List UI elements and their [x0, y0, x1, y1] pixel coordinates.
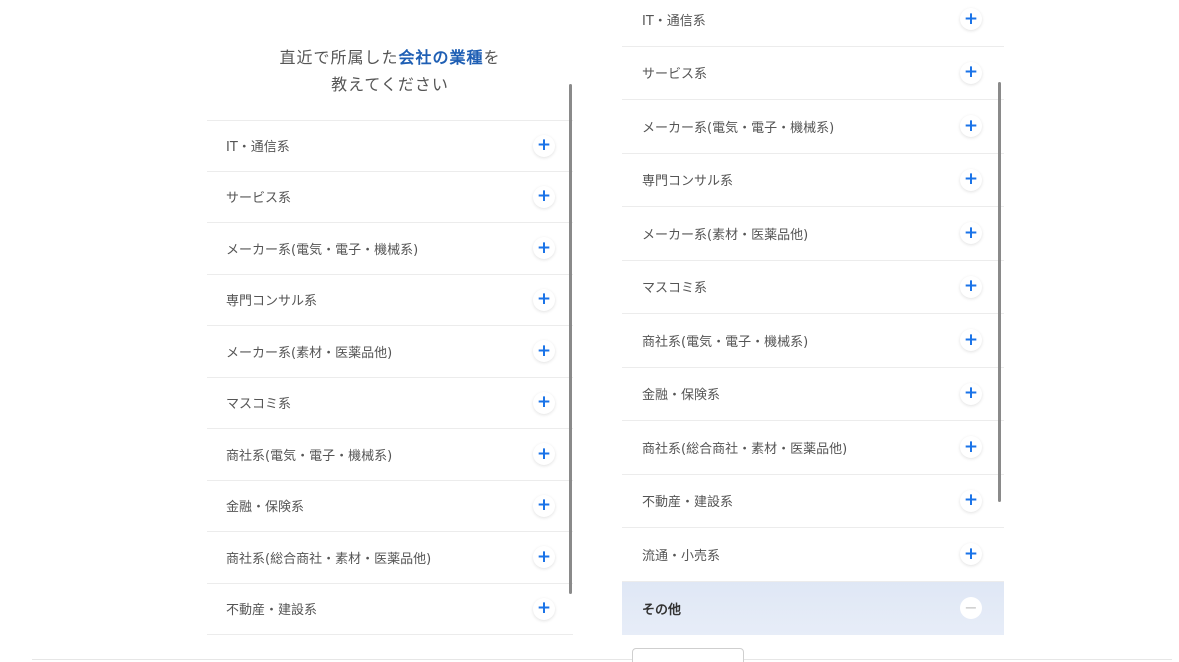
option-label: サービス系: [226, 191, 292, 207]
option-label: 商社系(電気・電子・機械系): [226, 448, 393, 464]
plus-icon[interactable]: +: [533, 340, 555, 363]
plus-icon[interactable]: +: [960, 275, 982, 298]
plus-icon[interactable]: +: [960, 61, 982, 84]
left-option-maker-material[interactable]: メーカー系(素材・医薬品他) +: [207, 326, 573, 378]
plus-icon[interactable]: +: [960, 489, 982, 512]
right-option-trading-general[interactable]: 商社系(総合商社・素材・医薬品他) +: [622, 421, 1004, 475]
right-option-service[interactable]: サービス系 +: [622, 47, 1004, 100]
option-label: その他: [642, 602, 682, 618]
left-option-it[interactable]: IT・通信系 +: [207, 120, 573, 172]
option-label: 商社系(総合商社・素材・医薬品他): [226, 551, 432, 567]
question-highlight: 会社の業種: [398, 48, 484, 67]
right-industry-list: IT・通信系 + サービス系 + メーカー系(電気・電子・機械系) + 専門コン…: [622, 0, 1004, 635]
question-title: 直近で所属した会社の業種を 教えてください: [207, 44, 573, 98]
left-option-maker-electric[interactable]: メーカー系(電気・電子・機械系) +: [207, 223, 573, 275]
option-label: IT・通信系: [642, 13, 706, 29]
right-option-trading-electric[interactable]: 商社系(電気・電子・機械系) +: [622, 314, 1004, 368]
option-label: 流通・小売系: [642, 548, 721, 564]
option-label: 専門コンサル系: [642, 174, 734, 190]
option-label: 商社系(電気・電子・機械系): [642, 334, 809, 350]
right-list-panel: IT・通信系 + サービス系 + メーカー系(電気・電子・機械系) + 専門コン…: [622, 0, 1004, 635]
option-label: メーカー系(素材・医薬品他): [226, 345, 393, 361]
option-label: マスコミ系: [642, 281, 708, 297]
option-label: メーカー系(電気・電子・機械系): [642, 120, 835, 136]
right-option-maker-material[interactable]: メーカー系(素材・医薬品他) +: [622, 207, 1004, 261]
right-option-other-selected[interactable]: その他 −: [622, 581, 1004, 635]
option-label: メーカー系(電気・電子・機械系): [226, 242, 419, 258]
plus-icon[interactable]: +: [960, 115, 982, 138]
plus-icon[interactable]: +: [533, 237, 555, 260]
plus-icon[interactable]: +: [533, 134, 555, 157]
question-prefix: 直近で所属した: [279, 48, 399, 67]
right-scrollbar[interactable]: [998, 82, 1001, 502]
right-option-it[interactable]: IT・通信系 +: [622, 0, 1004, 47]
option-label: 不動産・建設系: [226, 603, 318, 619]
plus-icon[interactable]: +: [533, 597, 555, 620]
right-option-media[interactable]: マスコミ系 +: [622, 261, 1004, 314]
plus-icon[interactable]: +: [960, 329, 982, 352]
question-line-2: 教えてください: [331, 75, 449, 94]
left-question-panel: 直近で所属した会社の業種を 教えてください IT・通信系 + サービス系 + メ…: [207, 0, 573, 662]
plus-icon[interactable]: +: [533, 288, 555, 311]
left-option-trading-general[interactable]: 商社系(総合商社・素材・医薬品他) +: [207, 532, 573, 584]
option-label: メーカー系(素材・医薬品他): [642, 227, 809, 243]
right-option-consulting[interactable]: 専門コンサル系 +: [622, 154, 1004, 207]
option-label: 専門コンサル系: [226, 294, 318, 310]
option-label: 金融・保険系: [642, 388, 721, 404]
left-option-real-estate[interactable]: 不動産・建設系 +: [207, 584, 573, 635]
left-option-finance[interactable]: 金融・保険系 +: [207, 481, 573, 532]
right-option-retail[interactable]: 流通・小売系 +: [622, 528, 1004, 582]
question-line-1: 直近で所属した会社の業種を: [207, 44, 573, 71]
left-scrollbar[interactable]: [569, 84, 572, 594]
bottom-divider: [32, 659, 1172, 660]
option-label: サービス系: [642, 67, 708, 83]
plus-icon[interactable]: +: [533, 185, 555, 208]
left-option-trading-electric[interactable]: 商社系(電気・電子・機械系) +: [207, 429, 573, 481]
plus-icon[interactable]: +: [960, 382, 982, 405]
plus-icon[interactable]: +: [960, 436, 982, 459]
right-option-finance[interactable]: 金融・保険系 +: [622, 368, 1004, 421]
plus-icon[interactable]: +: [960, 222, 982, 245]
plus-icon[interactable]: +: [533, 494, 555, 517]
left-option-service[interactable]: サービス系 +: [207, 172, 573, 223]
left-option-media[interactable]: マスコミ系 +: [207, 378, 573, 429]
bottom-next-button[interactable]: [632, 648, 744, 662]
plus-icon[interactable]: +: [960, 8, 982, 31]
right-option-maker-electric[interactable]: メーカー系(電気・電子・機械系) +: [622, 100, 1004, 154]
option-label: 金融・保険系: [226, 500, 305, 516]
question-suffix: を: [483, 48, 501, 67]
plus-icon[interactable]: +: [960, 168, 982, 191]
left-option-consulting[interactable]: 専門コンサル系 +: [207, 275, 573, 326]
plus-icon[interactable]: +: [960, 543, 982, 566]
plus-icon[interactable]: +: [533, 546, 555, 569]
plus-icon[interactable]: +: [533, 391, 555, 414]
screen: 直近で所属した会社の業種を 教えてください IT・通信系 + サービス系 + メ…: [0, 0, 1179, 662]
option-label: マスコミ系: [226, 397, 292, 413]
minus-icon[interactable]: −: [960, 597, 982, 620]
left-industry-list: IT・通信系 + サービス系 + メーカー系(電気・電子・機械系) + 専門コン…: [207, 120, 573, 635]
option-label: 商社系(総合商社・素材・医薬品他): [642, 441, 848, 457]
option-label: 不動産・建設系: [642, 495, 734, 511]
plus-icon[interactable]: +: [533, 443, 555, 466]
option-label: IT・通信系: [226, 140, 290, 156]
right-option-real-estate[interactable]: 不動産・建設系 +: [622, 475, 1004, 528]
